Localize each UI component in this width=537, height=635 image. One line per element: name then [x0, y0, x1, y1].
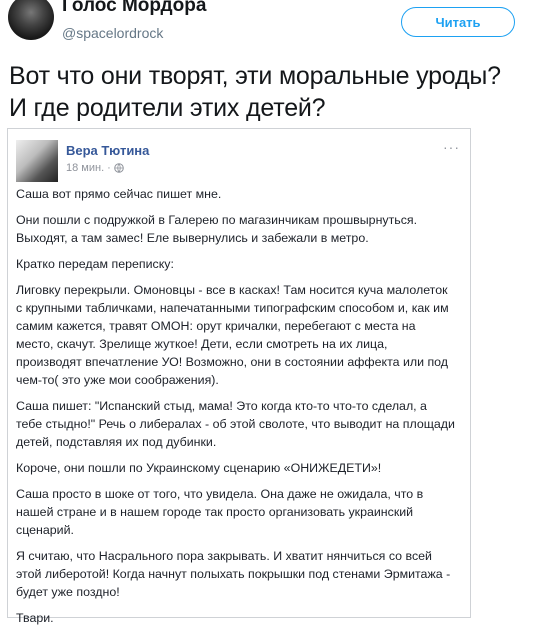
fb-paragraph: Саша пишет: "Испанский стыд, мама! Это к… [16, 399, 455, 449]
fb-paragraph: Саша просто в шоке от того, что увидела.… [16, 487, 424, 537]
profile-avatar[interactable] [8, 0, 54, 40]
fb-post-meta: 18 мин. · [66, 162, 124, 174]
fb-paragraph: Лиговку перекрыли. Омоновцы - все в каск… [16, 283, 449, 387]
fb-author-name: Вера Тютина [66, 143, 150, 158]
fb-paragraph: Кратко передам переписку: [16, 257, 174, 271]
fb-paragraph: Они пошли с подружкой в Галерею по магаз… [16, 213, 418, 245]
fb-post-time: 18 мин. · [66, 162, 111, 174]
fb-author-avatar [16, 140, 58, 182]
embedded-facebook-post[interactable]: Вера Тютина 18 мин. · ··· Саша вот прямо… [7, 128, 471, 625]
fb-paragraph: Короче, они пошли по Украинскому сценари… [16, 461, 382, 475]
fb-post-body: Саша вот прямо сейчас пишет мне. Они пош… [16, 185, 456, 635]
display-name[interactable]: Голос Мордора [62, 0, 206, 17]
follow-button[interactable]: Читать [401, 7, 515, 37]
user-handle[interactable]: @spacelordrock [62, 25, 163, 41]
more-options-icon[interactable]: ··· [443, 139, 460, 155]
fb-paragraph: Твари. [16, 611, 54, 625]
fb-paragraph: Я считаю, что Насрального пора закрывать… [16, 549, 451, 599]
globe-icon [114, 163, 124, 173]
fb-paragraph: Саша вот прямо сейчас пишет мне. [16, 187, 222, 201]
tweet-text: Вот что они творят, эти моральные уроды?… [9, 62, 501, 122]
